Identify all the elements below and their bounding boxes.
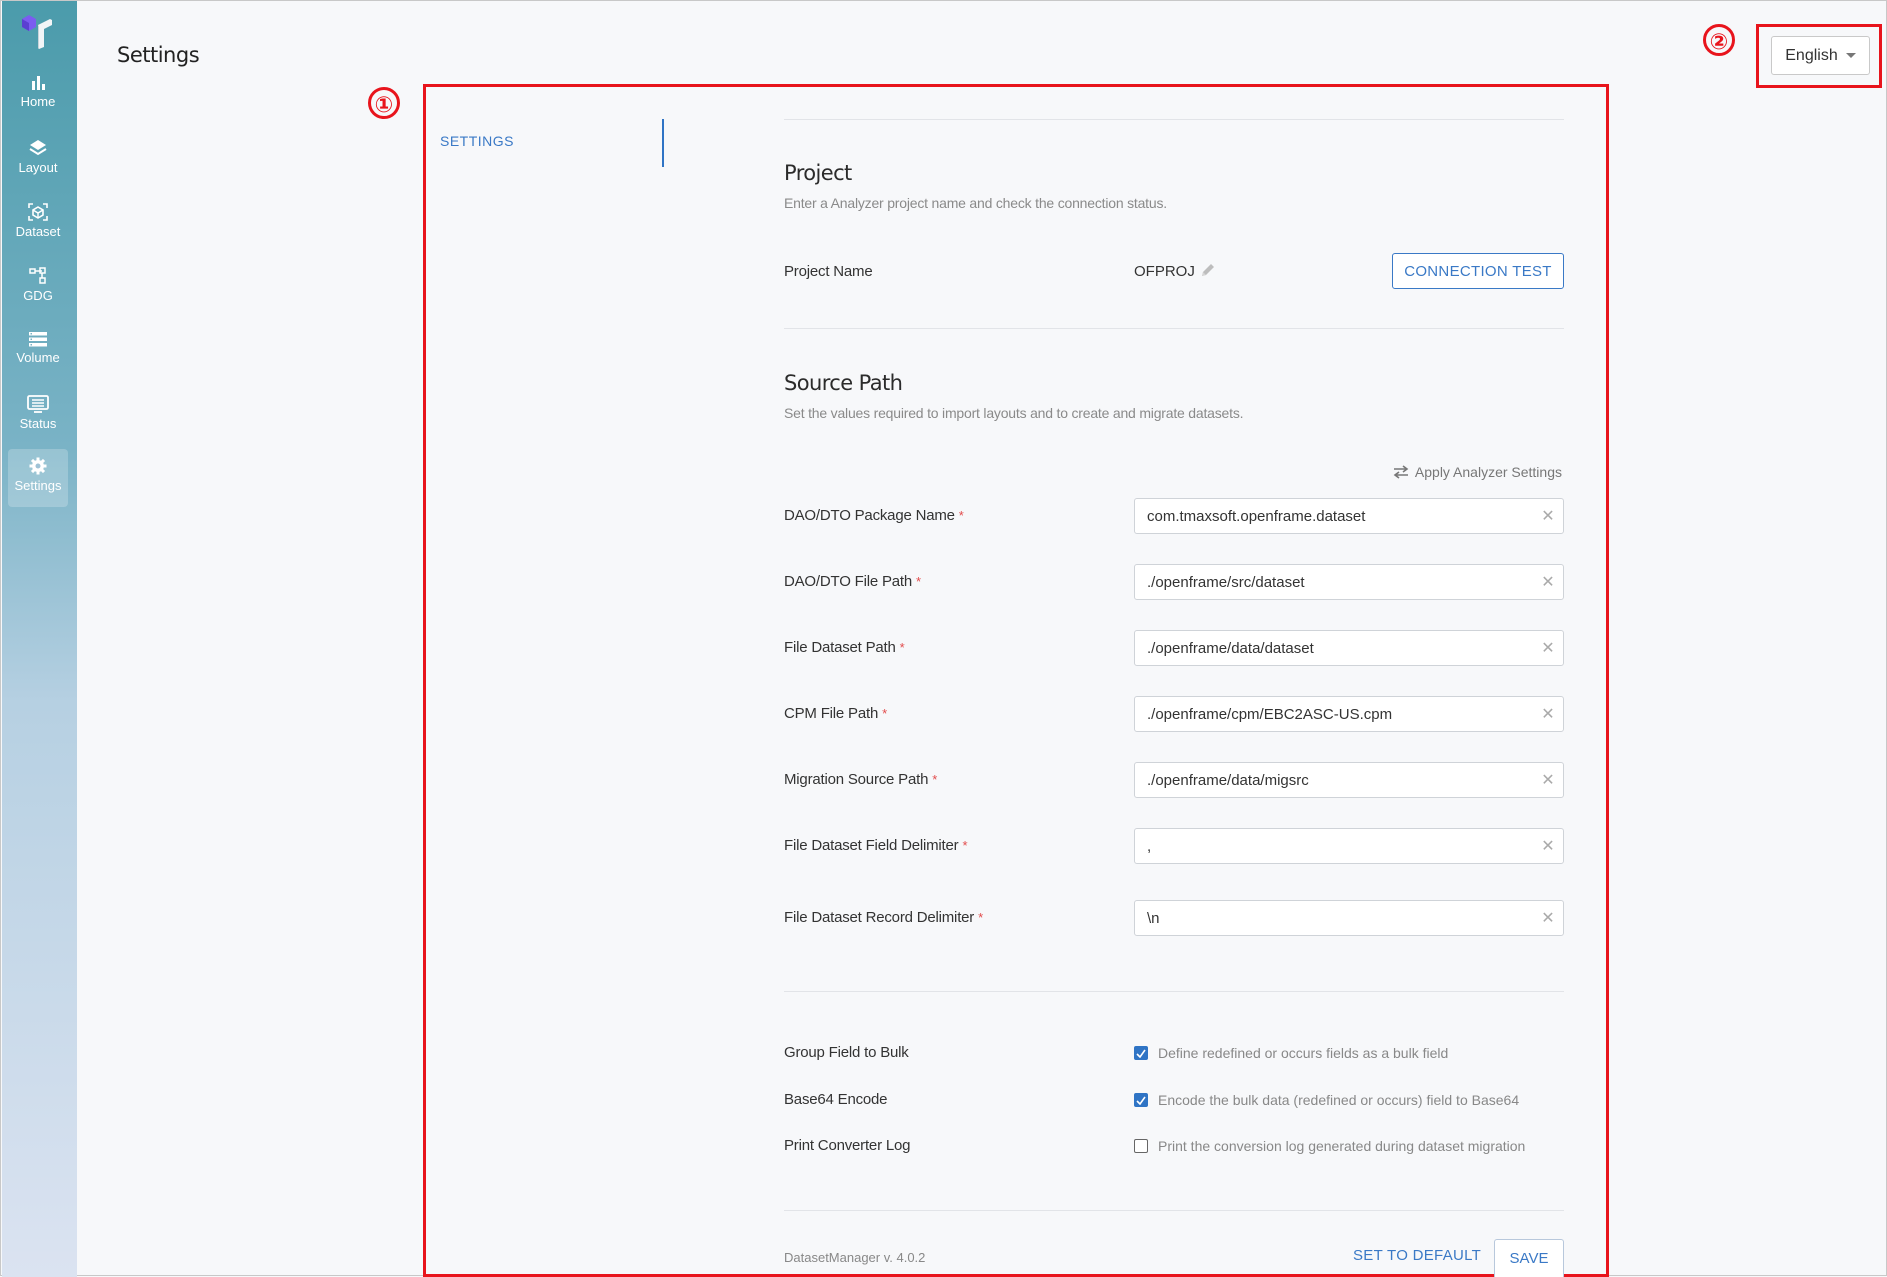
clear-icon[interactable]: ✕ <box>1533 638 1563 658</box>
language-select[interactable]: English <box>1771 36 1870 75</box>
file-dataset-path-input[interactable] <box>1135 630 1533 666</box>
sidebar-item-label: Home <box>20 94 56 109</box>
monitor-list-icon <box>27 395 49 413</box>
sidebar-item-home[interactable]: Home <box>8 67 68 125</box>
set-to-default-button[interactable]: SET TO DEFAULT <box>1353 1247 1481 1264</box>
list-stack-icon <box>29 332 47 347</box>
dao-file-path-field[interactable]: ✕ <box>1134 564 1564 600</box>
checkmark-icon <box>1136 1049 1146 1058</box>
field-label-field-delimiter: File Dataset Field Delimiter * <box>784 837 968 854</box>
sidebar-item-status[interactable]: Status <box>8 387 68 445</box>
sidebar-item-label: Layout <box>18 160 58 175</box>
sidebar-item-volume[interactable]: Volume <box>8 323 68 381</box>
option-description: Encode the bulk data (redefined or occur… <box>1158 1092 1520 1108</box>
sidebar-item-layout[interactable]: Layout <box>8 131 68 189</box>
clear-icon[interactable]: ✕ <box>1533 836 1563 856</box>
record-delimiter-input[interactable] <box>1135 900 1533 936</box>
option-description: Print the conversion log generated durin… <box>1158 1138 1526 1154</box>
group-field-to-bulk-checkbox[interactable] <box>1134 1046 1148 1060</box>
clear-icon[interactable]: ✕ <box>1533 770 1563 790</box>
divider <box>784 119 1564 120</box>
group-field-to-bulk-option[interactable]: Define redefined or occurs fields as a b… <box>1134 1045 1448 1061</box>
field-label-migration-source-path: Migration Source Path * <box>784 771 938 788</box>
clear-icon[interactable]: ✕ <box>1533 704 1563 724</box>
sidebar-item-gdg[interactable]: GDG <box>8 259 68 317</box>
clear-icon[interactable]: ✕ <box>1533 506 1563 526</box>
clear-icon[interactable]: ✕ <box>1533 572 1563 592</box>
base64-encode-checkbox[interactable] <box>1134 1093 1148 1107</box>
base64-encode-option[interactable]: Encode the bulk data (redefined or occur… <box>1134 1092 1519 1108</box>
project-name-label: Project Name <box>784 263 873 280</box>
annotation-marker-1: ① <box>368 87 400 119</box>
field-delimiter-field[interactable]: ✕ <box>1134 828 1564 864</box>
swap-arrows-icon <box>1393 465 1409 479</box>
sidebar-item-dataset[interactable]: Dataset <box>8 195 68 253</box>
print-converter-log-checkbox[interactable] <box>1134 1139 1148 1153</box>
source-path-section-title: Source Path <box>784 371 903 395</box>
save-button[interactable]: SAVE <box>1494 1239 1564 1277</box>
source-path-section-description: Set the values required to import layout… <box>784 405 1244 421</box>
checkmark-icon <box>1136 1096 1146 1105</box>
divider <box>784 328 1564 329</box>
option-label-print-converter-log: Print Converter Log <box>784 1137 911 1154</box>
tmax-logo-icon[interactable] <box>20 13 60 51</box>
gear-icon <box>29 457 47 475</box>
option-label-group-field-to-bulk: Group Field to Bulk <box>784 1044 909 1061</box>
divider <box>784 1210 1564 1211</box>
bar-chart-icon <box>32 76 45 90</box>
print-converter-log-option[interactable]: Print the conversion log generated durin… <box>1134 1138 1525 1154</box>
sidebar-item-label: Dataset <box>15 224 61 239</box>
pencil-edit-icon[interactable] <box>1199 261 1217 284</box>
sidebar-item-settings[interactable]: Settings <box>8 449 68 507</box>
page-title: Settings <box>117 43 200 67</box>
record-delimiter-field[interactable]: ✕ <box>1134 900 1564 936</box>
divider <box>784 991 1564 992</box>
project-name-value: OFPROJ <box>1134 263 1195 280</box>
dao-file-path-input[interactable] <box>1135 564 1533 600</box>
project-section-title: Project <box>784 161 852 185</box>
migration-source-path-input[interactable] <box>1135 762 1533 798</box>
dao-package-name-field[interactable]: ✕ <box>1134 498 1564 534</box>
apply-analyzer-settings-label: Apply Analyzer Settings <box>1414 464 1562 480</box>
annotation-marker-2: ② <box>1703 24 1735 56</box>
tab-active-indicator <box>662 119 664 167</box>
migration-source-path-field[interactable]: ✕ <box>1134 762 1564 798</box>
chevron-down-icon <box>1845 53 1856 58</box>
dao-package-name-input[interactable] <box>1135 498 1533 534</box>
sidebar: Home Layout Dataset GDG Volume Status Se… <box>2 1 77 1277</box>
field-delimiter-input[interactable] <box>1135 828 1533 864</box>
field-label-dao-file-path: DAO/DTO File Path * <box>784 573 921 590</box>
tree-nodes-icon <box>29 267 46 284</box>
language-selected-value: English <box>1785 46 1838 64</box>
clear-icon[interactable]: ✕ <box>1533 908 1563 928</box>
tab-settings[interactable]: SETTINGS <box>440 133 514 149</box>
sidebar-item-label: Settings <box>14 478 62 493</box>
field-label-record-delimiter: File Dataset Record Delimiter * <box>784 909 983 926</box>
sidebar-item-label: Status <box>19 416 57 431</box>
file-dataset-path-field[interactable]: ✕ <box>1134 630 1564 666</box>
option-label-base64-encode: Base64 Encode <box>784 1091 888 1108</box>
field-label-file-dataset-path: File Dataset Path * <box>784 639 905 656</box>
cube-scan-icon <box>28 203 48 221</box>
project-section-description: Enter a Analyzer project name and check … <box>784 195 1167 211</box>
field-label-cpm-file-path: CPM File Path * <box>784 705 887 722</box>
option-description: Define redefined or occurs fields as a b… <box>1158 1045 1449 1061</box>
field-label-dao-package: DAO/DTO Package Name * <box>784 507 964 524</box>
cpm-file-path-field[interactable]: ✕ <box>1134 696 1564 732</box>
layers-icon <box>29 140 47 156</box>
apply-analyzer-settings-link[interactable]: Apply Analyzer Settings <box>1393 464 1562 480</box>
version-label: DatasetManager v. 4.0.2 <box>784 1250 926 1265</box>
connection-test-button[interactable]: CONNECTION TEST <box>1392 253 1564 289</box>
sidebar-item-label: GDG <box>23 288 53 303</box>
cpm-file-path-input[interactable] <box>1135 696 1533 732</box>
sidebar-item-label: Volume <box>16 350 60 365</box>
